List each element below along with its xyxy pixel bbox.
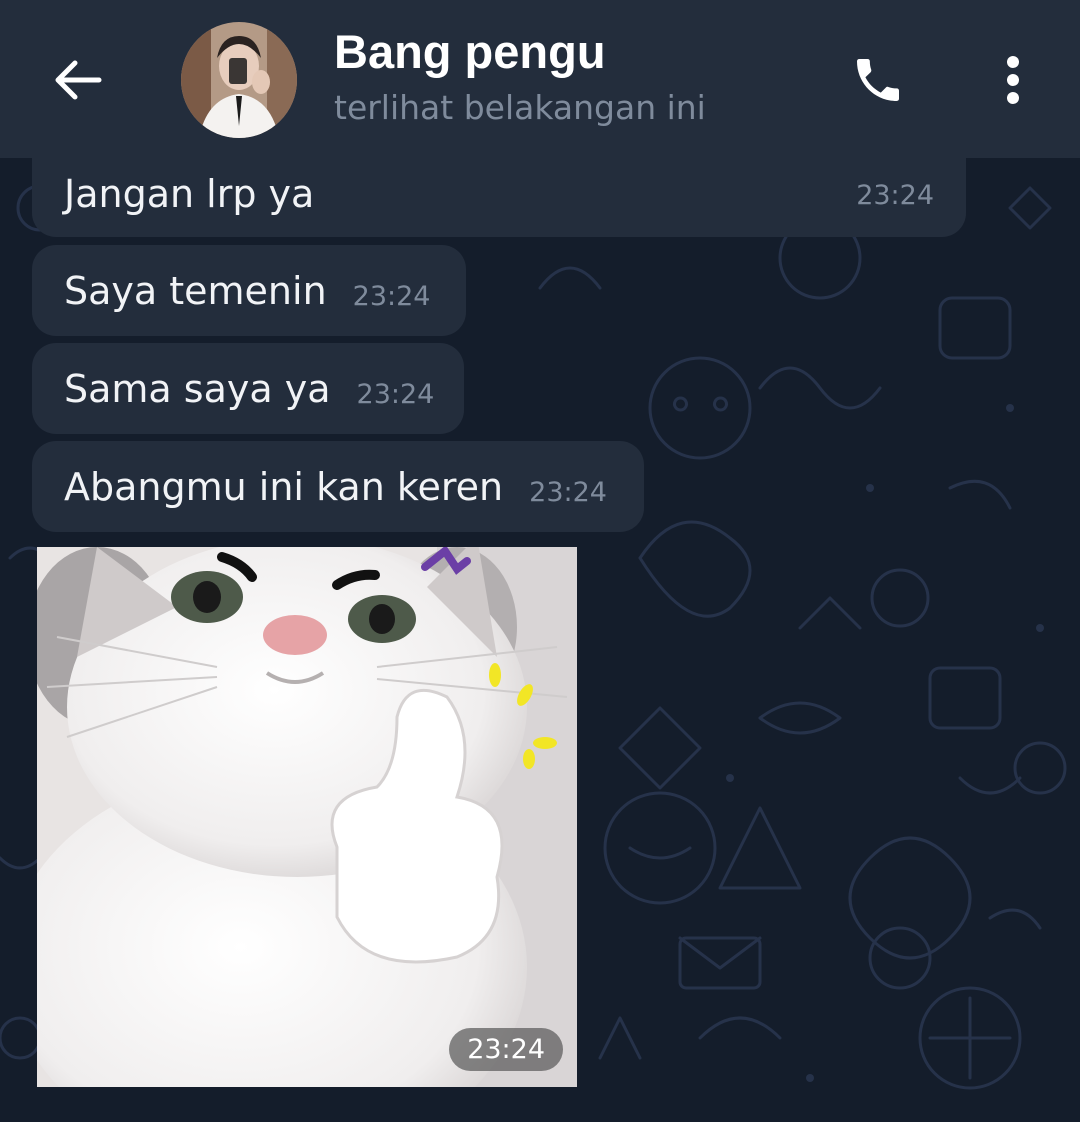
- message-bubble[interactable]: Jangan lrp ya 23:24: [32, 150, 966, 237]
- message-text: Abangmu ini kan keren: [64, 464, 504, 509]
- arrow-left-icon: [55, 60, 102, 100]
- call-button[interactable]: [846, 48, 910, 112]
- photo-message[interactable]: 23:24: [37, 547, 577, 1087]
- chat-header: Bang pengu terlihat belakangan ini: [0, 0, 1080, 158]
- message-text: Saya temenin: [64, 268, 327, 313]
- cat-photo: [37, 547, 577, 1087]
- contact-name[interactable]: Bang pengu: [334, 24, 606, 79]
- message-bubble[interactable]: Abangmu ini kan keren 23:24: [32, 441, 644, 532]
- last-seen-status: terlihat belakangan ini: [334, 88, 706, 127]
- message-bubble[interactable]: Sama saya ya 23:24: [32, 343, 464, 434]
- back-button[interactable]: [46, 50, 110, 110]
- message-text: Jangan lrp ya: [64, 171, 315, 216]
- more-vertical-icon: [1007, 56, 1019, 104]
- avatar[interactable]: [181, 22, 297, 138]
- profile-photo: [181, 22, 297, 138]
- message-time: 23:24: [356, 379, 435, 410]
- more-options-button[interactable]: [990, 48, 1036, 112]
- chat-screen: Bang pengu terlihat belakangan ini Janga…: [0, 0, 1080, 1122]
- message-text: Sama saya ya: [64, 366, 331, 411]
- message-time: 23:24: [529, 477, 607, 508]
- message-bubble[interactable]: Saya temenin 23:24: [32, 245, 466, 336]
- phone-icon: [857, 59, 899, 101]
- message-time: 23:24: [856, 180, 934, 211]
- photo-message-time: 23:24: [449, 1028, 563, 1071]
- message-time: 23:24: [352, 281, 431, 312]
